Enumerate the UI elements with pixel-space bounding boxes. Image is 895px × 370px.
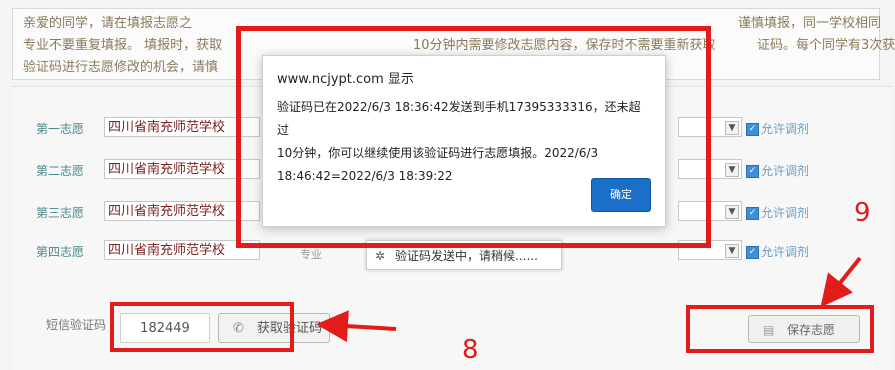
arrow-to-save (820, 256, 862, 308)
volunteer-form-page: 亲爱的同学，请在填报志愿之 谨慎填报，同一学校相同 专业不要重复填报。 填报时，… (0, 0, 895, 370)
annotation-arrows (316, 256, 862, 343)
arrow-to-get-code (316, 310, 397, 343)
step-9-label: 9 (854, 198, 871, 228)
step-8-label: 8 (462, 335, 479, 365)
